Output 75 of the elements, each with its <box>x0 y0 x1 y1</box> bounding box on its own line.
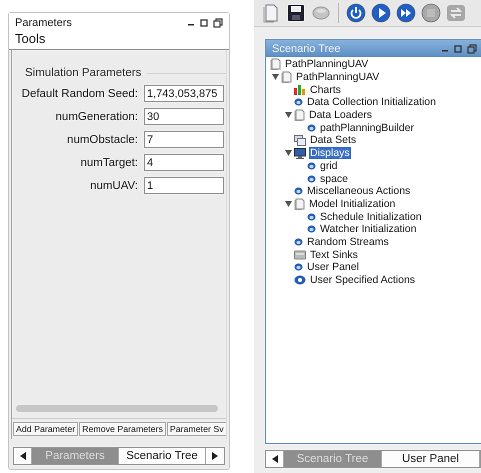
field-label: numGeneration: <box>54 110 138 122</box>
document-icon <box>294 109 305 122</box>
power-icon <box>346 3 366 23</box>
tree-item[interactable]: PathPlanningUAV <box>295 71 380 84</box>
dot-icon <box>294 263 303 272</box>
dot-icon <box>307 212 316 221</box>
tree-item[interactable]: Charts <box>309 84 342 96</box>
tree-item[interactable]: space <box>319 172 350 185</box>
stop-icon <box>421 3 441 23</box>
save-icon <box>286 3 306 23</box>
tree-item[interactable]: PathPlanningUAV <box>284 58 370 70</box>
tree-item[interactable]: Schedule Initialization <box>319 210 423 223</box>
fast-forward-icon <box>396 3 416 23</box>
dot-icon <box>294 187 303 196</box>
dot-icon <box>294 238 303 246</box>
chart-icon <box>294 84 306 96</box>
play-icon <box>371 3 391 23</box>
tree-item[interactable]: Random Streams <box>306 236 390 248</box>
tree-item[interactable]: Watcher Initialization <box>319 223 418 236</box>
expanded-arrow-icon[interactable] <box>285 200 292 207</box>
panel-title: Scenario Tree <box>272 42 340 54</box>
left-arrow-icon <box>272 455 278 463</box>
toolbar-button[interactable]: Remove Parameters <box>79 422 166 436</box>
input-field[interactable]: 1 <box>144 177 224 194</box>
expanded-arrow-icon[interactable] <box>272 74 279 80</box>
document-icon <box>270 58 281 70</box>
document-icon <box>281 71 292 84</box>
toolbar-button[interactable] <box>285 2 307 24</box>
toolbar-button[interactable] <box>395 2 417 24</box>
scrollbar[interactable] <box>16 405 218 412</box>
monitor-icon <box>294 148 306 159</box>
document-icon <box>294 198 305 210</box>
dot-icon <box>307 174 316 183</box>
dot-icon <box>294 98 303 106</box>
right-arrow-icon <box>212 452 218 460</box>
input-field[interactable]: 4 <box>144 154 224 171</box>
field-label: numTarget: <box>79 156 138 168</box>
toolbar-button[interactable]: Add Parameter <box>13 422 78 436</box>
input-field[interactable]: 7 <box>144 131 224 148</box>
tree-item[interactable]: Miscellaneous Actions <box>306 185 412 198</box>
maximize-icon[interactable] <box>454 44 462 52</box>
tree-item[interactable]: User Specified Actions <box>309 274 416 286</box>
tree-item[interactable]: Text Sinks <box>309 248 359 261</box>
tree-item[interactable]: grid <box>319 160 339 172</box>
expanded-arrow-icon[interactable] <box>285 150 292 156</box>
input-field[interactable]: 30 <box>144 108 224 125</box>
tree-item[interactable]: Model Initialization <box>308 198 396 210</box>
panel-title: Parameters <box>15 17 72 29</box>
tree-item[interactable]: Data Collection Initialization <box>306 96 437 108</box>
field-label: numUAV: <box>89 180 138 192</box>
stacked-windows-icon <box>294 134 306 146</box>
gear-dot-icon <box>294 275 306 286</box>
tree-item[interactable]: User Panel <box>306 261 360 274</box>
tree-item[interactable]: Data Sets <box>309 134 358 146</box>
swap-icon <box>446 3 466 23</box>
tree-item[interactable]: pathPlanningBuilder <box>319 122 415 134</box>
dot-icon <box>307 162 316 170</box>
toolbar-button[interactable]: Parameter Sv <box>166 422 226 436</box>
maximize-icon[interactable] <box>200 19 208 27</box>
field-label: numObstacle: <box>66 134 138 146</box>
dot-icon <box>307 225 316 234</box>
tree-item[interactable]: Displays <box>309 147 351 160</box>
restore-icon[interactable] <box>213 18 223 28</box>
toolbar-button[interactable] <box>370 2 392 24</box>
tray-icon <box>294 250 306 260</box>
restore-icon[interactable] <box>467 44 477 54</box>
dot-icon <box>307 124 316 132</box>
input-field[interactable]: 1,743,053,875 <box>144 85 224 102</box>
left-arrow-icon <box>20 452 26 460</box>
expanded-arrow-icon[interactable] <box>285 112 292 118</box>
panel-subtitle: Tools <box>15 31 46 46</box>
tree-item[interactable]: Data Loaders <box>308 109 374 122</box>
toolbar-button[interactable] <box>345 2 367 24</box>
field-label: Default Random Seed: <box>20 88 138 100</box>
group-title: Simulation Parameters <box>25 67 142 79</box>
